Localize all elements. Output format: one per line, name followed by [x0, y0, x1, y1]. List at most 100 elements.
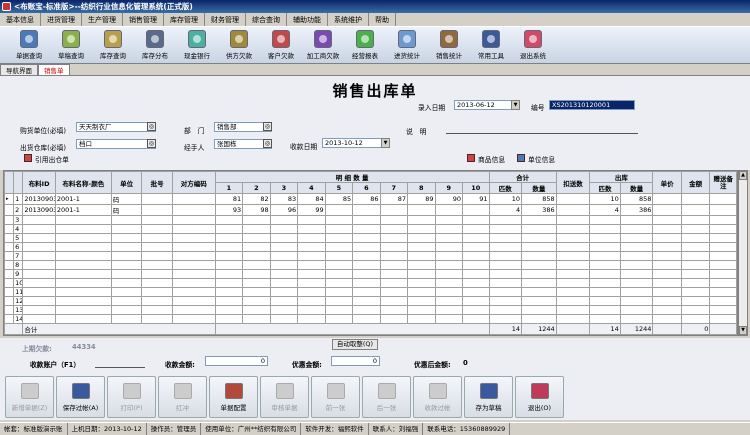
- table-cell[interactable]: [589, 260, 621, 270]
- table-cell[interactable]: [379, 287, 409, 297]
- table-cell[interactable]: [709, 260, 737, 270]
- table-cell[interactable]: [22, 242, 56, 252]
- table-cell[interactable]: [555, 224, 591, 234]
- table-cell[interactable]: [555, 278, 591, 288]
- print-button[interactable]: 打印(P): [107, 376, 156, 418]
- table-cell[interactable]: [54, 224, 112, 234]
- table-cell[interactable]: [407, 269, 436, 279]
- table-cell[interactable]: [488, 233, 523, 243]
- table-cell[interactable]: [521, 224, 557, 234]
- table-cell[interactable]: [555, 314, 591, 324]
- table-cell[interactable]: [54, 314, 112, 324]
- table-cell[interactable]: [54, 233, 112, 243]
- table-cell[interactable]: [297, 314, 326, 324]
- table-cell[interactable]: [214, 305, 244, 315]
- table-cell[interactable]: [242, 260, 271, 270]
- table-cell[interactable]: [141, 314, 173, 324]
- table-cell[interactable]: [352, 296, 381, 306]
- table-cell[interactable]: [488, 251, 523, 261]
- table-cell[interactable]: [680, 233, 711, 243]
- next-button[interactable]: 后一张: [362, 376, 411, 418]
- table-cell[interactable]: [269, 278, 299, 288]
- table-row[interactable]: 13: [4, 305, 737, 315]
- table-cell[interactable]: [242, 269, 271, 279]
- table-cell[interactable]: [680, 269, 711, 279]
- table-cell[interactable]: [652, 305, 682, 315]
- table-cell[interactable]: [242, 251, 271, 261]
- chevron-down-icon[interactable]: ▼: [381, 138, 390, 148]
- toolbar-button[interactable]: 库存分布: [134, 27, 176, 64]
- table-cell[interactable]: [171, 287, 216, 297]
- red-reverse-button[interactable]: 红冲: [158, 376, 207, 418]
- cell-remark[interactable]: [709, 193, 737, 205]
- col-detail[interactable]: 8: [407, 182, 436, 194]
- table-cell[interactable]: [619, 233, 654, 243]
- toolbar-button[interactable]: 现金银行: [176, 27, 218, 64]
- product-info-link[interactable]: 商品信息: [478, 154, 505, 164]
- tab[interactable]: 导航界面: [0, 64, 38, 75]
- table-cell[interactable]: [434, 314, 464, 324]
- table-row[interactable]: 4: [4, 224, 737, 234]
- previous-button[interactable]: 前一张: [311, 376, 360, 418]
- cell-discount[interactable]: [555, 193, 591, 205]
- table-cell[interactable]: [589, 224, 621, 234]
- table-cell[interactable]: [214, 242, 244, 252]
- table-row[interactable]: 11: [4, 287, 737, 297]
- table-cell[interactable]: [171, 251, 216, 261]
- table-cell[interactable]: [521, 287, 557, 297]
- menu-item[interactable]: 辅助功能: [287, 13, 328, 26]
- toolbar-button[interactable]: 经营报表: [344, 27, 386, 64]
- table-cell[interactable]: [22, 278, 56, 288]
- table-cell[interactable]: [141, 224, 173, 234]
- col-amount[interactable]: 金额: [680, 171, 711, 194]
- col-detail[interactable]: 9: [434, 182, 464, 194]
- table-cell[interactable]: [242, 296, 271, 306]
- table-cell[interactable]: [379, 314, 409, 324]
- save-post-button[interactable]: 保存过帐(A): [56, 376, 105, 418]
- table-cell[interactable]: [680, 296, 711, 306]
- table-cell[interactable]: [521, 269, 557, 279]
- receipt-post-button[interactable]: 收款过帐: [413, 376, 462, 418]
- cell-out-qty[interactable]: 858: [619, 193, 654, 205]
- table-cell[interactable]: [352, 242, 381, 252]
- table-cell[interactable]: [242, 215, 271, 225]
- table-row[interactable]: 3: [4, 215, 737, 225]
- table-cell[interactable]: [555, 215, 591, 225]
- table-cell[interactable]: [521, 215, 557, 225]
- table-cell[interactable]: [352, 215, 381, 225]
- table-cell[interactable]: [379, 224, 409, 234]
- cell-detail[interactable]: 96: [269, 204, 299, 216]
- table-cell[interactable]: [214, 260, 244, 270]
- table-cell[interactable]: [619, 305, 654, 315]
- cell-detail[interactable]: [324, 204, 354, 216]
- table-cell[interactable]: [619, 269, 654, 279]
- col-cloth-name[interactable]: 布料名称-颜色: [54, 171, 112, 194]
- table-cell[interactable]: [434, 260, 464, 270]
- table-cell[interactable]: [214, 287, 244, 297]
- table-cell[interactable]: [379, 278, 409, 288]
- table-cell[interactable]: [589, 269, 621, 279]
- table-cell[interactable]: [488, 305, 523, 315]
- table-cell[interactable]: [680, 305, 711, 315]
- table-cell[interactable]: [324, 287, 354, 297]
- cell-cloth-id[interactable]: 2013090300: [22, 204, 56, 216]
- table-cell[interactable]: [110, 269, 143, 279]
- toolbar-button[interactable]: 草稿查询: [50, 27, 92, 64]
- table-cell[interactable]: [434, 305, 464, 315]
- table-cell[interactable]: [352, 278, 381, 288]
- table-cell[interactable]: [709, 215, 737, 225]
- table-cell[interactable]: [141, 233, 173, 243]
- table-cell[interactable]: [324, 233, 354, 243]
- table-cell[interactable]: [171, 224, 216, 234]
- table-cell[interactable]: [54, 305, 112, 315]
- cell-amount[interactable]: [680, 193, 711, 205]
- discount-field[interactable]: 0: [331, 356, 380, 366]
- table-cell[interactable]: [407, 278, 436, 288]
- table-cell[interactable]: [619, 215, 654, 225]
- table-cell[interactable]: [589, 314, 621, 324]
- table-cell[interactable]: [269, 269, 299, 279]
- cell-detail[interactable]: [379, 204, 409, 216]
- table-cell[interactable]: [407, 233, 436, 243]
- table-cell[interactable]: [110, 278, 143, 288]
- table-cell[interactable]: [652, 251, 682, 261]
